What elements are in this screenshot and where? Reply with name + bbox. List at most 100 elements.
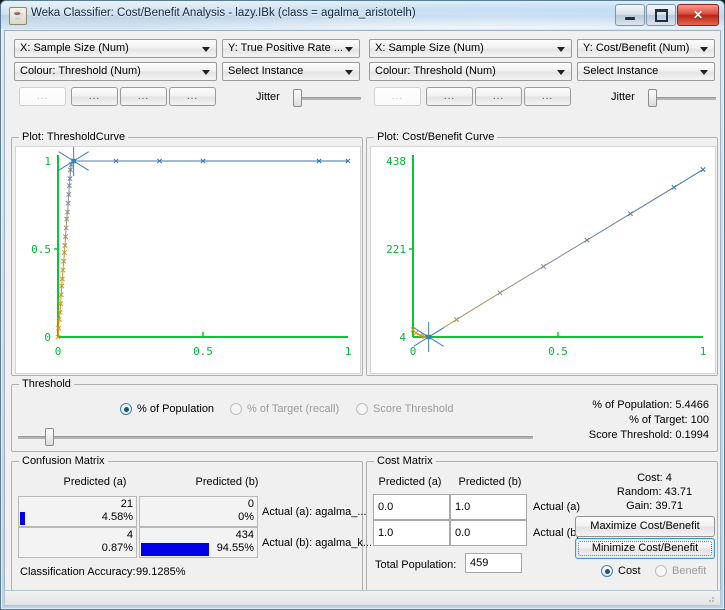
confusion-bar-b-b: [141, 543, 209, 556]
radio-dot-icon: [655, 565, 667, 577]
svg-text:0.5: 0.5: [548, 345, 568, 358]
close-button[interactable]: ✕: [677, 4, 719, 26]
classification-accuracy-value: 99.1285%: [136, 566, 186, 578]
confusion-percent-a-a: 4.58%: [101, 511, 133, 523]
threshold-curve-title: Plot: ThresholdCurve: [19, 131, 129, 143]
minimize-cost-benefit-label: Minimize Cost/Benefit: [591, 542, 699, 554]
confusion-percent-b-a: 0.87%: [101, 542, 133, 554]
threshold-slider-track[interactable]: [18, 436, 533, 439]
classification-accuracy-label: Classification Accuracy:: [20, 566, 136, 578]
cost-cell-b-a[interactable]: 1.0: [373, 520, 450, 546]
left-jitter-thumb[interactable]: [293, 89, 302, 107]
cost-benefit-curve-svg: 438 221 40 0.5 1: [386, 155, 706, 358]
right-jitter-track[interactable]: [649, 97, 716, 100]
left-dot-button-2[interactable]: ...: [71, 87, 118, 106]
title-bar: ☕ Weka Classifier: Cost/Benefit Analysis…: [1, 1, 724, 29]
stat-percent-of-target: % of Target: 100: [629, 414, 709, 426]
chevron-down-icon: [700, 47, 708, 52]
confusion-matrix-group: Confusion Matrix Predicted (a) Predicted…: [11, 455, 372, 596]
cost-cell-a-a[interactable]: 0.0: [373, 494, 450, 520]
left-dot-button-4[interactable]: ...: [169, 87, 216, 106]
cost-cell-b-b[interactable]: 0.0: [450, 520, 527, 546]
cost-cell-a-b[interactable]: 1.0: [450, 494, 527, 520]
left-select-instance-combo[interactable]: Select Instance: [222, 62, 360, 81]
maximize-icon: [654, 8, 668, 22]
right-colour-combo[interactable]: Colour: Threshold (Num): [369, 62, 572, 81]
confusion-col-header-a: Predicted (a): [63, 476, 127, 488]
chevron-down-icon: [557, 47, 565, 52]
weka-cost-benefit-window: ☕ Weka Classifier: Cost/Benefit Analysis…: [0, 0, 725, 610]
radio-dot-icon: [356, 403, 368, 415]
cost-stat-random: Random: 43.71: [616, 486, 693, 498]
svg-text:0: 0: [55, 345, 62, 358]
cost-cell-b-a-value: 1.0: [378, 527, 394, 539]
right-jitter-label: Jitter: [611, 91, 635, 103]
minimize-icon: [625, 16, 635, 20]
confusion-row-label-a: Actual (a): agalma_...: [262, 506, 367, 518]
confusion-cell-a-b[interactable]: 0 0%: [139, 496, 258, 527]
minimize-button[interactable]: [615, 4, 645, 26]
left-x-axis-label: X: Sample Size (Num): [20, 42, 129, 54]
window-title: Weka Classifier: Cost/Benefit Analysis -…: [31, 7, 416, 19]
left-y-axis-combo[interactable]: Y: True Positive Rate ...: [222, 39, 360, 58]
right-dot-button-2[interactable]: ...: [426, 87, 473, 106]
left-dot-button-1[interactable]: ...: [19, 87, 66, 106]
radio-dot-icon: [230, 403, 242, 415]
threshold-curve-plot[interactable]: 1 0.5 0 0 0.5 1: [15, 146, 361, 374]
confusion-count-b-a: 4: [126, 529, 133, 541]
right-jitter-thumb[interactable]: [648, 89, 657, 107]
left-y-axis-label: Y: True Positive Rate ...: [228, 42, 343, 54]
right-y-axis-combo[interactable]: Y: Cost/Benefit (Num): [577, 39, 715, 58]
status-bar: [4, 590, 721, 606]
right-colour-label: Colour: Threshold (Num): [375, 65, 496, 77]
chevron-down-icon: [202, 47, 210, 52]
radio-cost[interactable]: Cost: [601, 565, 641, 577]
svg-text:1: 1: [345, 345, 352, 358]
confusion-percent-a-b: 0%: [238, 511, 254, 523]
right-x-axis-combo[interactable]: X: Sample Size (Num): [369, 39, 572, 58]
cost-col-header-a: Predicted (a): [378, 476, 442, 488]
right-control-panel: X: Sample Size (Num) Y: Cost/Benefit (Nu…: [366, 35, 718, 113]
threshold-group-title: Threshold: [19, 378, 74, 390]
cost-cell-b-b-value: 0.0: [455, 527, 471, 539]
left-control-panel: X: Sample Size (Num) Y: True Positive Ra…: [11, 35, 363, 113]
left-colour-label: Colour: Threshold (Num): [20, 65, 141, 77]
minimize-cost-benefit-button[interactable]: Minimize Cost/Benefit: [575, 538, 715, 559]
threshold-curve-svg: 1 0.5 00 0.5 1: [31, 147, 352, 358]
total-population-field[interactable]: 459: [465, 553, 522, 573]
threshold-slider-thumb[interactable]: [45, 428, 54, 446]
right-dot-button-4[interactable]: ...: [524, 87, 571, 106]
right-dot-button-3[interactable]: ...: [475, 87, 522, 106]
confusion-bar-a-a: [20, 512, 25, 525]
cost-stat-cost: Cost: 4: [637, 472, 672, 484]
cost-benefit-curve-plot[interactable]: 438 221 4 0 0.5 1: [370, 146, 716, 374]
radio-percent-of-target[interactable]: % of Target (recall): [230, 403, 339, 415]
cost-benefit-curve-group: Plot: Cost/Benefit Curve 438 221 4 0 0.5 1: [366, 131, 718, 376]
left-dot-button-2-label: ...: [88, 91, 101, 102]
total-population-label: Total Population:: [375, 559, 457, 571]
left-jitter-track[interactable]: [294, 97, 361, 100]
radio-benefit-label: Benefit: [672, 565, 707, 577]
right-dot-button-1[interactable]: ...: [374, 87, 421, 106]
svg-text:221: 221: [386, 243, 406, 256]
radio-dot-icon: [120, 403, 132, 415]
chevron-down-icon: [700, 70, 708, 75]
left-colour-combo[interactable]: Colour: Threshold (Num): [14, 62, 217, 81]
radio-score-threshold[interactable]: Score Threshold: [356, 403, 454, 415]
maximize-button[interactable]: [646, 4, 676, 26]
confusion-cell-b-b[interactable]: 434 94.55%: [139, 527, 258, 558]
resize-grip-icon[interactable]: [704, 593, 716, 603]
radio-percent-of-population[interactable]: % of Population: [120, 403, 214, 415]
close-icon: ✕: [692, 8, 704, 22]
radio-benefit[interactable]: Benefit: [655, 565, 706, 577]
left-dot-button-3[interactable]: ...: [120, 87, 167, 106]
confusion-row-label-b: Actual (b): agalma_k...: [262, 537, 373, 549]
left-x-axis-combo[interactable]: X: Sample Size (Num): [14, 39, 217, 58]
confusion-col-header-b: Predicted (b): [195, 476, 259, 488]
confusion-matrix-title: Confusion Matrix: [19, 455, 108, 467]
maximize-cost-benefit-button[interactable]: Maximize Cost/Benefit: [575, 516, 715, 537]
left-jitter-label: Jitter: [256, 91, 280, 103]
confusion-cell-a-a[interactable]: 21 4.58%: [18, 496, 137, 527]
confusion-cell-b-a[interactable]: 4 0.87%: [18, 527, 137, 558]
right-select-instance-combo[interactable]: Select Instance: [577, 62, 715, 81]
